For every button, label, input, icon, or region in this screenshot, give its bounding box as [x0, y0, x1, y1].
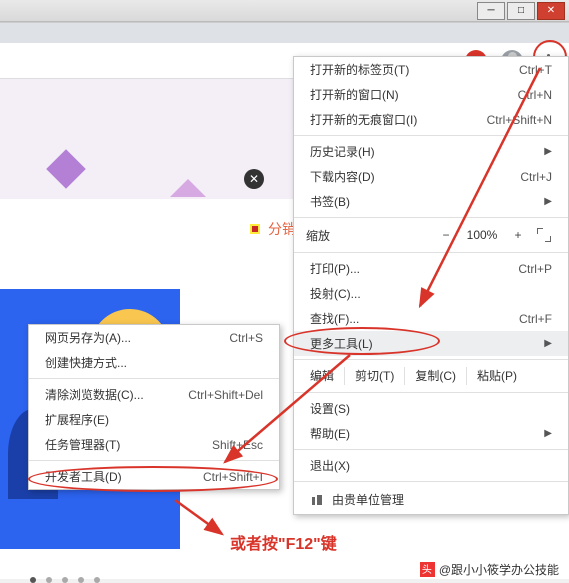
fullscreen-button[interactable] [532, 228, 556, 242]
building-icon [310, 493, 324, 507]
window-titlebar: ─ □ ✕ [0, 0, 569, 22]
submenu-task-mgr[interactable]: 任务管理器(T)Shift+Esc [29, 432, 279, 457]
chevron-right-icon: ▶ [544, 428, 552, 439]
menu-history[interactable]: 历史记录(H)▶ [294, 139, 568, 164]
annotation-circle-devtools [28, 466, 278, 492]
fullscreen-icon [537, 228, 551, 242]
decoration-triangle [170, 161, 206, 197]
toutiao-icon [420, 562, 435, 577]
copy-button[interactable]: 复制(C) [404, 367, 466, 385]
menu-managed[interactable]: 由贵单位管理 [294, 485, 568, 514]
submenu-save-as[interactable]: 网页另存为(A)...Ctrl+S [29, 325, 279, 350]
chevron-right-icon: ▶ [544, 196, 552, 207]
submenu-extensions[interactable]: 扩展程序(E) [29, 407, 279, 432]
annotation-circle-moretools [284, 327, 440, 355]
close-window-button[interactable]: ✕ [537, 2, 565, 20]
zoom-label: 缩放 [306, 227, 432, 244]
tab-strip[interactable] [0, 23, 569, 43]
watermark-text: @跟小小筱学办公技能 [439, 561, 559, 578]
menu-settings[interactable]: 设置(S) [294, 396, 568, 421]
minimize-button[interactable]: ─ [477, 2, 505, 20]
menu-cast[interactable]: 投射(C)... [294, 281, 568, 306]
menu-downloads[interactable]: 下载内容(D)Ctrl+J [294, 164, 568, 189]
menu-zoom-row: 缩放 − 100% + [294, 221, 568, 249]
cut-button[interactable]: 剪切(T) [344, 367, 404, 385]
zoom-in-button[interactable]: + [504, 228, 532, 242]
submenu-clear-data[interactable]: 清除浏览数据(C)...Ctrl+Shift+Del [29, 382, 279, 407]
chevron-right-icon: ▶ [544, 146, 552, 157]
close-icon[interactable]: ✕ [244, 169, 264, 189]
menu-exit[interactable]: 退出(X) [294, 453, 568, 478]
chrome-main-menu: 打开新的标签页(T)Ctrl+T 打开新的窗口(N)Ctrl+N 打开新的无痕窗… [293, 56, 569, 515]
chevron-right-icon: ▶ [544, 338, 552, 349]
zoom-out-button[interactable]: − [432, 228, 460, 242]
menu-bookmarks[interactable]: 书签(B)▶ [294, 189, 568, 214]
menu-edit-row: 编辑 剪切(T) 复制(C) 粘贴(P) [294, 363, 568, 389]
decoration-diamond [46, 149, 86, 189]
maximize-button[interactable]: □ [507, 2, 535, 20]
logo-icon [250, 224, 260, 234]
zoom-percent: 100% [460, 228, 504, 242]
menu-new-window[interactable]: 打开新的窗口(N)Ctrl+N [294, 82, 568, 107]
annotation-tip: 或者按"F12"键 [230, 530, 337, 554]
menu-print[interactable]: 打印(P)...Ctrl+P [294, 256, 568, 281]
menu-new-tab[interactable]: 打开新的标签页(T)Ctrl+T [294, 57, 568, 82]
watermark: @跟小小筱学办公技能 [416, 560, 563, 579]
submenu-create-shortcut[interactable]: 创建快捷方式... [29, 350, 279, 375]
carousel-pager[interactable] [30, 577, 100, 583]
menu-help[interactable]: 帮助(E)▶ [294, 421, 568, 446]
menu-incognito[interactable]: 打开新的无痕窗口(I)Ctrl+Shift+N [294, 107, 568, 132]
paste-button[interactable]: 粘贴(P) [466, 367, 527, 385]
edit-label: 编辑 [294, 367, 344, 385]
